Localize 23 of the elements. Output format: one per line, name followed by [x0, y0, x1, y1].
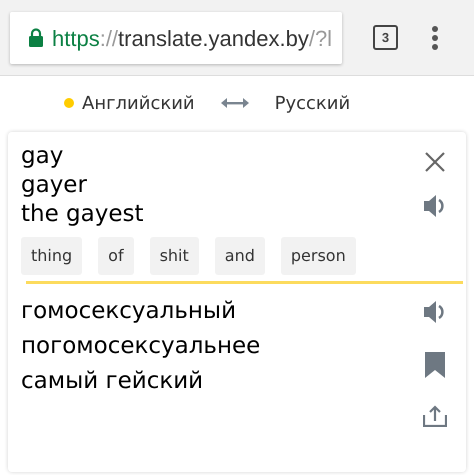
- word-chip[interactable]: and: [214, 237, 265, 275]
- lock-icon: [28, 28, 44, 48]
- source-text-line: gayer: [21, 171, 87, 200]
- source-text-line: the gayest: [21, 200, 144, 229]
- status-dot-icon: [64, 98, 74, 108]
- target-language[interactable]: Русский: [274, 90, 350, 116]
- translation-line: погомосексуальнее: [21, 332, 260, 361]
- translation-line: самый гейский: [21, 367, 204, 396]
- bookmark-icon[interactable]: [425, 352, 445, 378]
- word-chip[interactable]: shit: [150, 237, 199, 275]
- word-chip[interactable]: of: [98, 237, 134, 275]
- address-bar[interactable]: https://translate.yandex.by/?l: [10, 12, 342, 64]
- translation-line: гомосексуальный: [21, 297, 236, 326]
- url-text: https://translate.yandex.by/?l: [52, 24, 332, 53]
- source-text-line: gay: [21, 142, 64, 171]
- word-chip[interactable]: thing: [21, 237, 82, 275]
- share-icon[interactable]: [423, 405, 447, 427]
- tab-count-button[interactable]: 3: [373, 25, 398, 50]
- swap-icon[interactable]: [220, 97, 249, 109]
- source-language[interactable]: Английский: [82, 90, 195, 116]
- menu-icon[interactable]: [431, 25, 439, 51]
- word-chip[interactable]: person: [280, 237, 356, 275]
- close-icon[interactable]: [425, 152, 445, 172]
